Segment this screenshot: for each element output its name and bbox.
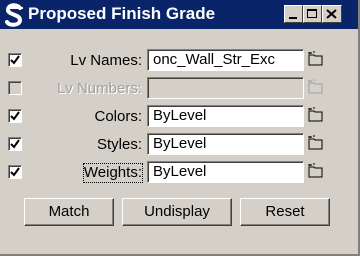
colors-field[interactable]: ByLevel [147, 105, 304, 127]
weights-label: Weights: [82, 163, 144, 183]
weights-field[interactable]: ByLevel [147, 161, 304, 183]
lv-numbers-field[interactable] [147, 77, 304, 99]
checkmark-icon [10, 167, 20, 177]
dialog-window: Proposed Finish Grade Lv Names: onc_Wall [0, 0, 360, 256]
row-colors: Colors: ByLevel [0, 103, 358, 131]
checkmark-icon [10, 55, 20, 65]
folder-icon[interactable] [308, 107, 324, 123]
lv-names-label: Lv Names: [70, 52, 142, 69]
window-title: Proposed Finish Grade [28, 4, 216, 23]
maximize-button[interactable] [303, 5, 322, 23]
checkmark-icon [10, 111, 20, 121]
row-styles: Styles: ByLevel [0, 131, 358, 159]
undisplay-button[interactable]: Undisplay [122, 198, 232, 226]
weights-checkbox[interactable] [8, 165, 22, 179]
styles-label: Styles: [96, 136, 142, 153]
close-icon [326, 9, 337, 19]
close-button[interactable] [322, 5, 342, 23]
row-lv-names: Lv Names: onc_Wall_Str_Exc [0, 47, 358, 75]
title-bar[interactable]: Proposed Finish Grade [0, 0, 358, 29]
lv-numbers-label: Lv Numbers: [56, 80, 142, 97]
checkmark-icon [10, 139, 20, 149]
row-lv-numbers: Lv Numbers: [0, 75, 358, 103]
maximize-icon [307, 9, 317, 18]
script-s-icon[interactable] [3, 3, 25, 27]
match-button[interactable]: Match [24, 198, 114, 226]
styles-checkbox[interactable] [8, 137, 22, 151]
folder-icon[interactable] [308, 163, 324, 179]
row-weights: Weights: ByLevel [0, 159, 358, 187]
colors-checkbox[interactable] [8, 109, 22, 123]
folder-icon[interactable] [308, 79, 324, 95]
lv-names-field[interactable]: onc_Wall_Str_Exc [147, 49, 304, 71]
folder-icon[interactable] [308, 135, 324, 151]
lv-names-checkbox[interactable] [8, 53, 22, 67]
styles-field[interactable]: ByLevel [147, 133, 304, 155]
minimize-icon [289, 17, 297, 19]
colors-label: Colors: [94, 108, 142, 125]
folder-icon[interactable] [308, 51, 324, 67]
minimize-button[interactable] [284, 5, 303, 23]
lv-numbers-checkbox[interactable] [8, 81, 22, 95]
reset-button[interactable]: Reset [240, 198, 330, 226]
